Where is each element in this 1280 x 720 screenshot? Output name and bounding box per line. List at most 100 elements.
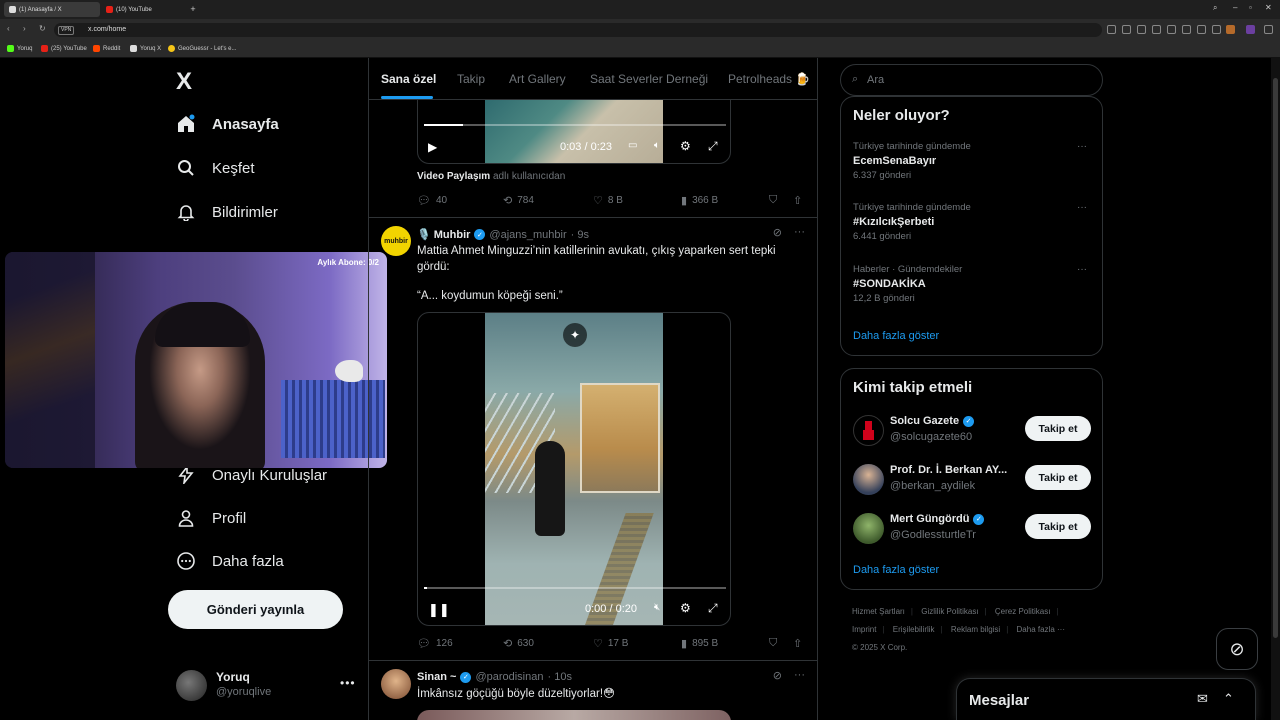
post-button[interactable]: Gönderi yayınla — [168, 590, 343, 629]
follow-suggestion[interactable]: Solcu Gazete ✓ @solcugazete60 Takip et — [853, 413, 1093, 449]
download-icon[interactable] — [1197, 25, 1206, 34]
search-tabs-icon[interactable]: ⌕ — [1213, 3, 1217, 13]
follow-button[interactable]: Takip et — [1025, 514, 1091, 539]
settings-icon[interactable] — [1264, 25, 1273, 34]
browser-tab-youtube[interactable]: (10) YouTube — [101, 2, 187, 17]
footer-link[interactable]: Daha fazla ··· — [1017, 625, 1065, 634]
tab-following[interactable]: Takip — [457, 72, 485, 86]
show-more-link[interactable]: Daha fazla göster — [853, 564, 939, 576]
author-name[interactable]: Sinan ~ — [417, 671, 456, 683]
author-name[interactable]: 🎙️ Muhbir — [417, 228, 470, 241]
maximize-icon[interactable]: ▫ — [1249, 3, 1252, 12]
video-progress-bar[interactable] — [424, 124, 726, 126]
messages-drawer[interactable]: Mesajlar ✉ ⌃ — [956, 678, 1256, 720]
url-field[interactable]: VPN x.com/home — [54, 23, 1102, 37]
bookmark-yoruq[interactable]: Yoruq — [7, 45, 32, 52]
captions-icon[interactable]: ▭ — [628, 140, 637, 151]
extension-icon[interactable] — [1152, 25, 1161, 34]
camera-icon[interactable] — [1137, 25, 1146, 34]
source-account[interactable]: Video Paylaşım — [417, 171, 490, 182]
bookmark-yoruq-x[interactable]: Yoruq X — [130, 45, 161, 52]
timeline[interactable]: Sana özel Takip Art Gallery Saat Severle… — [368, 58, 818, 720]
nav-item-profile[interactable]: Profil — [176, 508, 246, 528]
more-dots-icon[interactable]: ··· — [1077, 141, 1087, 152]
more-dots-icon[interactable]: ··· — [1077, 264, 1087, 275]
account-switcher[interactable]: Yoruq @yoruqlive ••• — [176, 670, 356, 702]
settings-gear-icon[interactable]: ⚙ — [680, 139, 691, 153]
bookmark-geoguessr[interactable]: GeoGuessr - Let's e... — [168, 45, 237, 52]
views-button[interactable]: ▮ 366 B — [681, 194, 718, 207]
volume-icon[interactable]: 🔈︎ — [654, 140, 660, 151]
footer-link[interactable]: Gizlilik Politikası — [921, 607, 978, 616]
share-button[interactable]: ⇧ — [793, 637, 802, 650]
trend-item[interactable]: Haberler · Gündemdekiler #SONDAKİKA 12,2… — [853, 264, 1093, 314]
tab-art-gallery[interactable]: Art Gallery — [509, 72, 566, 86]
author-handle[interactable]: @ajans_muhbir — [489, 229, 566, 241]
settings-gear-icon[interactable]: ⚙ — [680, 601, 691, 615]
sidebar-app-icon[interactable] — [1246, 25, 1255, 34]
expand-icon[interactable]: ⌃ — [1223, 691, 1234, 707]
tweet-time[interactable]: · 9s — [571, 229, 589, 241]
vpn-badge[interactable]: VPN — [58, 26, 75, 35]
bookmark-youtube[interactable]: (25) YouTube — [41, 45, 87, 52]
reply-button[interactable]: 💬︎ 40 — [417, 194, 447, 207]
scrollbar-thumb[interactable] — [1273, 78, 1278, 638]
grok-button-icon[interactable]: ⊘ — [1216, 628, 1258, 670]
repost-button[interactable]: ⟲ 630 — [503, 637, 534, 650]
footer-link[interactable]: Reklam bilgisi — [951, 625, 1000, 634]
footer-link[interactable]: Imprint — [852, 625, 876, 634]
bookmark-button[interactable]: ⛉ — [769, 637, 777, 650]
new-tab-plus-icon[interactable]: + — [188, 4, 198, 14]
nav-item-home[interactable]: Anasayfa — [176, 114, 279, 134]
repost-button[interactable]: ⟲ 784 — [503, 194, 534, 207]
pause-icon[interactable]: ❚❚ — [428, 602, 450, 618]
play-icon[interactable] — [1167, 25, 1176, 34]
views-button[interactable]: ▮ 895 B — [681, 637, 718, 650]
video-source-line[interactable]: Video Paylaşım adlı kullanıcıdan — [417, 171, 565, 182]
new-message-icon[interactable]: ✉ — [1197, 691, 1208, 707]
tweet-media-image[interactable] — [417, 710, 731, 720]
tweet-time[interactable]: · 10s — [547, 671, 571, 683]
follow-suggestion[interactable]: Mert Güngördü ✓ @GodlessturtleTr Takip et — [853, 511, 1093, 547]
bookmark-reddit[interactable]: Reddit — [93, 45, 120, 52]
forward-icon[interactable]: › — [23, 24, 26, 33]
tab-petrolheads[interactable]: Petrolheads 🍺 — [728, 72, 810, 86]
heart-icon[interactable] — [1182, 25, 1191, 34]
sparkle-icon[interactable]: ✦ — [563, 323, 587, 347]
nav-item-verified-orgs[interactable]: Onaylı Kuruluşlar — [176, 465, 327, 485]
nav-item-more[interactable]: Daha fazla — [176, 551, 284, 571]
back-icon[interactable]: ‹ — [7, 24, 10, 33]
nav-item-explore[interactable]: Keşfet — [176, 158, 255, 178]
fullscreen-icon[interactable]: ⤢ — [708, 601, 718, 616]
video-player[interactable]: ✦ ❚❚ 0:00 / 0:20 🔇︎ ⚙ ⤢ — [417, 312, 731, 626]
show-more-link[interactable]: Daha fazla göster — [853, 330, 939, 342]
follow-button[interactable]: Takip et — [1025, 416, 1091, 441]
footer-link[interactable]: Çerez Politikası — [995, 607, 1051, 616]
tab-for-you[interactable]: Sana özel — [381, 72, 436, 86]
footer-link[interactable]: Hizmet Şartları — [852, 607, 905, 616]
search-input[interactable]: ⌕ Ara — [840, 64, 1103, 96]
trend-item[interactable]: Türkiye tarihinde gündemde EcemSenaBayır… — [853, 141, 1093, 191]
video-progress-bar[interactable] — [424, 587, 726, 589]
like-button[interactable]: ♡ 8 B — [593, 194, 623, 207]
video-player[interactable]: ▶ 0:03 / 0:23 ▭ 🔈︎ ⚙ ⤢ — [417, 100, 731, 164]
more-dots-icon[interactable]: ··· — [794, 226, 805, 239]
close-window-icon[interactable]: ✕ — [1265, 3, 1272, 12]
avatar[interactable]: muhbir — [381, 226, 411, 256]
menu-icon[interactable] — [1212, 25, 1221, 34]
follow-suggestion[interactable]: Prof. Dr. İ. Berkan AY... @berkan_aydile… — [853, 462, 1093, 498]
follow-button[interactable]: Takip et — [1025, 465, 1091, 490]
more-dots-icon[interactable]: ··· — [1077, 202, 1087, 213]
share-icon[interactable] — [1122, 25, 1131, 34]
grok-icon[interactable]: ⊘ — [773, 226, 782, 239]
browser-tab-x[interactable]: (1) Anasayfa / X — [4, 2, 100, 17]
reply-button[interactable]: 💬︎ 126 — [417, 637, 453, 650]
grok-icon[interactable]: ⊘ — [773, 669, 782, 682]
bookmark-button[interactable]: ⛉ — [769, 194, 777, 207]
trend-item[interactable]: Türkiye tarihinde gündemde #KızılcıkŞerb… — [853, 202, 1093, 252]
like-button[interactable]: ♡ 17 B — [593, 637, 628, 650]
profile-avatar-icon[interactable] — [1226, 25, 1235, 34]
muted-icon[interactable]: 🔇︎ — [654, 602, 660, 613]
footer-link[interactable]: Erişilebilirlik — [893, 625, 935, 634]
more-dots-icon[interactable]: ··· — [794, 669, 805, 682]
